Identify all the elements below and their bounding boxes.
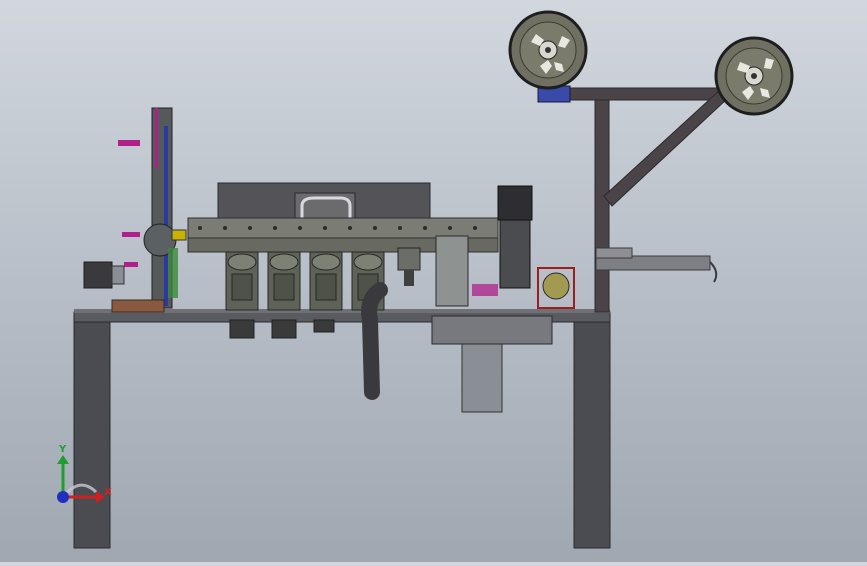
column-body — [499, 219, 531, 289]
column-top — [497, 185, 533, 221]
triad-y-label: Y — [58, 444, 67, 455]
table-leg-right — [573, 315, 611, 549]
feeder-pins — [118, 140, 140, 267]
left-base-block — [111, 299, 165, 313]
motor-left — [83, 261, 113, 289]
cad-viewport[interactable]: Y X — [0, 0, 867, 562]
feeder-bracket-yellow — [171, 229, 187, 241]
triad-x-label: X — [104, 487, 112, 498]
guide-hook — [709, 261, 718, 283]
station-2 — [267, 251, 301, 339]
machine-assembly-drawing: Y X — [57, 10, 794, 549]
cutter-magenta — [472, 284, 498, 296]
motor-left-face — [111, 265, 125, 285]
feeder-magenta-strip — [155, 108, 158, 168]
reel-frame-brace — [603, 89, 729, 207]
reel-frame-post — [594, 89, 610, 313]
reel-right — [714, 36, 794, 116]
feeder-side-green — [168, 248, 178, 298]
reel-top-left — [508, 10, 588, 90]
cutter-head — [435, 235, 469, 307]
pulley-right — [542, 272, 570, 300]
under-table-plate — [431, 315, 553, 345]
table-leg-left — [73, 315, 111, 549]
feeder-blue-strip — [164, 126, 168, 306]
spindle-motor — [461, 335, 503, 413]
guide-bracket — [595, 247, 633, 259]
station-5 — [397, 247, 421, 286]
station-1 — [225, 251, 259, 339]
